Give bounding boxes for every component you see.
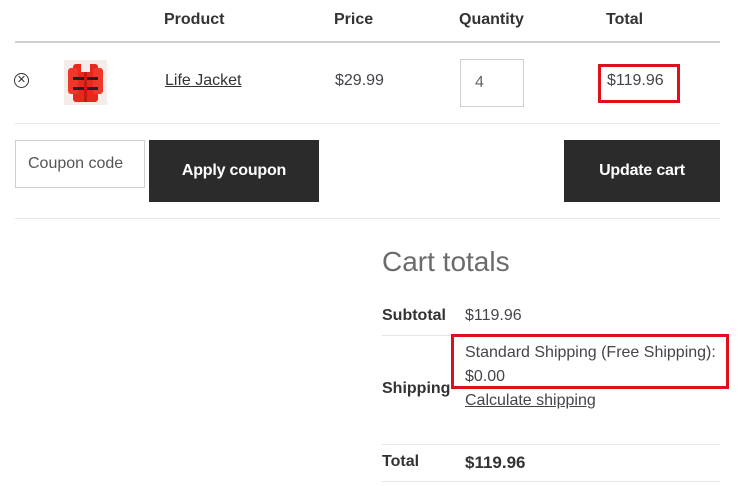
- total-label: Total: [382, 453, 420, 470]
- product-link[interactable]: Life Jacket: [165, 72, 241, 90]
- actions-divider: [15, 218, 720, 219]
- total-divider: [382, 481, 720, 482]
- calculate-shipping-link[interactable]: Calculate shipping: [465, 392, 596, 410]
- highlight-shipping: [451, 334, 729, 389]
- row-divider: [15, 123, 720, 124]
- col-header-total: Total: [606, 11, 644, 28]
- col-header-price: Price: [334, 11, 374, 28]
- life-jacket-icon: [64, 60, 107, 105]
- shipping-divider: [382, 444, 720, 445]
- header-divider: [15, 41, 720, 43]
- col-header-product: Product: [164, 11, 225, 28]
- highlight-line-total: [598, 64, 680, 103]
- coupon-code-input[interactable]: Coupon code: [15, 140, 145, 188]
- product-thumbnail[interactable]: [64, 60, 107, 105]
- update-cart-button[interactable]: Update cart: [564, 140, 720, 202]
- subtotal-label: Subtotal: [382, 307, 446, 324]
- product-price: $29.99: [335, 72, 384, 89]
- remove-item-icon[interactable]: ✕: [14, 73, 29, 88]
- shipping-label: Shipping: [382, 380, 451, 397]
- apply-coupon-button[interactable]: Apply coupon: [149, 140, 319, 202]
- total-value: $119.96: [465, 453, 526, 472]
- col-header-quantity: Quantity: [459, 11, 524, 28]
- cart-totals-title: Cart totals: [382, 246, 510, 277]
- subtotal-value: $119.96: [465, 307, 522, 324]
- quantity-input[interactable]: 4: [460, 59, 524, 107]
